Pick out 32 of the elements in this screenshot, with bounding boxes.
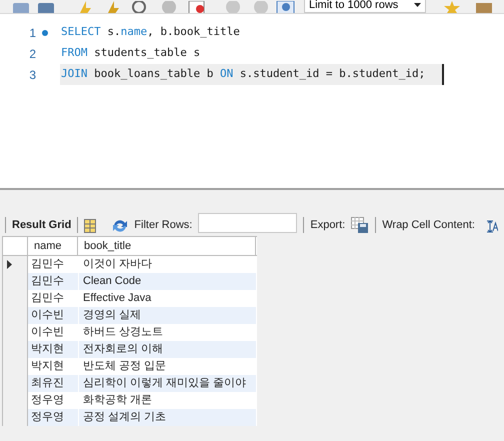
toggle-icon[interactable] — [187, 1, 206, 13]
row-header[interactable] — [3, 256, 28, 273]
caret-icon[interactable] — [414, 2, 421, 6]
filter-rows-label: Filter Rows: — [134, 218, 192, 232]
wrap-cell-content-label: Wrap Cell Content: — [382, 218, 475, 232]
line-number: 3 — [28, 66, 36, 84]
grid-view-icon[interactable] — [84, 219, 96, 233]
table-cell: 심리학이 이렇게 재미있을 줄이야 — [78, 375, 256, 392]
table-cell: 경영의 실제 — [78, 307, 256, 324]
table-cell: 박지현 — [28, 341, 78, 358]
refresh-icon[interactable] — [112, 219, 128, 233]
line-number: 2 — [28, 46, 36, 62]
limit-rows-dropdown[interactable]: Limit to 1000 rows — [304, 0, 426, 13]
code-line: FROM students_table s — [60, 45, 200, 62]
table-cell: 이수빈 — [28, 307, 78, 324]
table-cell: 김민수 — [28, 273, 78, 290]
star-add-icon[interactable] — [443, 1, 461, 13]
table-cell: Clean Code — [78, 273, 256, 290]
column-header[interactable]: book_title — [78, 237, 256, 255]
filter-rows-field[interactable] — [198, 213, 298, 233]
column-header[interactable]: name — [28, 237, 78, 255]
export-icon[interactable] — [351, 217, 370, 233]
code-line: SELECT s.name, b.book_title — [60, 24, 240, 40]
table-cell: 공정 설계의 기초 — [78, 409, 256, 426]
table-cell: 최유진 — [28, 375, 78, 392]
result-grid-tab[interactable]: Result Grid — [12, 216, 72, 233]
line-number: 1 — [28, 24, 36, 42]
export-label: Export: — [310, 218, 346, 232]
table-cell: 전자회로의 이해 — [78, 341, 256, 358]
table-cell: 정우영 — [28, 409, 78, 426]
wrap-text-icon[interactable] — [486, 220, 498, 233]
splitter-bar[interactable] — [0, 188, 504, 202]
